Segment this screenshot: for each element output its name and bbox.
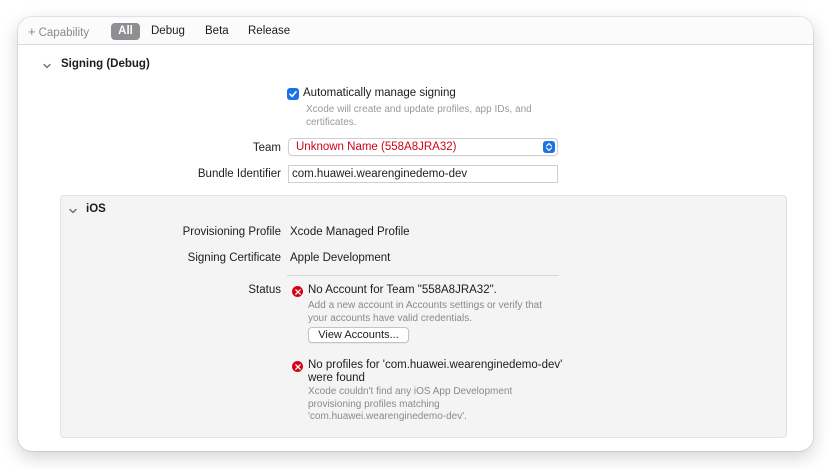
tab-release[interactable]: Release bbox=[248, 23, 290, 40]
tab-debug[interactable]: Debug bbox=[151, 23, 185, 40]
team-label: Team bbox=[252, 142, 281, 154]
error-icon bbox=[292, 286, 303, 297]
view-accounts-button[interactable]: View Accounts... bbox=[308, 327, 409, 343]
auto-manage-signing-label[interactable]: Automatically manage signing bbox=[303, 87, 456, 99]
capability-toolbar: + Capability All Debug Beta Release bbox=[18, 17, 813, 45]
status-divider bbox=[287, 275, 559, 276]
signing-section-title: Signing (Debug) bbox=[61, 58, 150, 70]
no-profiles-error-description: Xcode couldn't find any iOS App Developm… bbox=[308, 386, 513, 422]
bundle-identifier-input[interactable] bbox=[292, 166, 554, 182]
plus-icon: + bbox=[28, 24, 36, 39]
no-account-error-description: Add a new account in Accounts settings o… bbox=[308, 300, 543, 324]
bundle-identifier-label: Bundle Identifier bbox=[197, 168, 281, 180]
add-capability-button[interactable]: + Capability bbox=[28, 23, 89, 40]
error-icon bbox=[292, 361, 303, 372]
popup-stepper-icon bbox=[543, 141, 555, 153]
ios-section-title: iOS bbox=[86, 203, 106, 215]
no-profiles-error-title: No profiles for 'com.huawei.wearenginede… bbox=[308, 359, 563, 384]
signing-certificate-label: Signing Certificate bbox=[187, 252, 281, 264]
status-label: Status bbox=[248, 284, 281, 296]
ios-signing-panel: iOS Provisioning Profile Xcode Managed P… bbox=[60, 195, 787, 438]
auto-manage-signing-checkbox[interactable] bbox=[287, 88, 299, 100]
signing-collapse-chevron-icon[interactable] bbox=[42, 61, 52, 71]
team-popup-button[interactable]: Unknown Name (558A8JRA32) bbox=[288, 138, 558, 156]
tab-all[interactable]: All bbox=[111, 23, 140, 40]
auto-manage-signing-description: Xcode will create and update profiles, a… bbox=[306, 104, 532, 128]
team-selected-value: Unknown Name (558A8JRA32) bbox=[296, 141, 457, 153]
no-account-error-title: No Account for Team "558A8JRA32". bbox=[308, 284, 497, 296]
signing-capabilities-window: + Capability All Debug Beta Release Signi… bbox=[18, 17, 813, 451]
provisioning-profile-label: Provisioning Profile bbox=[182, 226, 281, 238]
bundle-identifier-field[interactable] bbox=[288, 165, 558, 183]
tab-beta[interactable]: Beta bbox=[205, 23, 229, 40]
ios-collapse-chevron-icon[interactable] bbox=[68, 206, 78, 216]
signing-certificate-value: Apple Development bbox=[290, 252, 391, 264]
add-capability-label: Capability bbox=[38, 27, 90, 39]
provisioning-profile-value: Xcode Managed Profile bbox=[290, 226, 410, 238]
checkmark-icon bbox=[289, 91, 297, 98]
